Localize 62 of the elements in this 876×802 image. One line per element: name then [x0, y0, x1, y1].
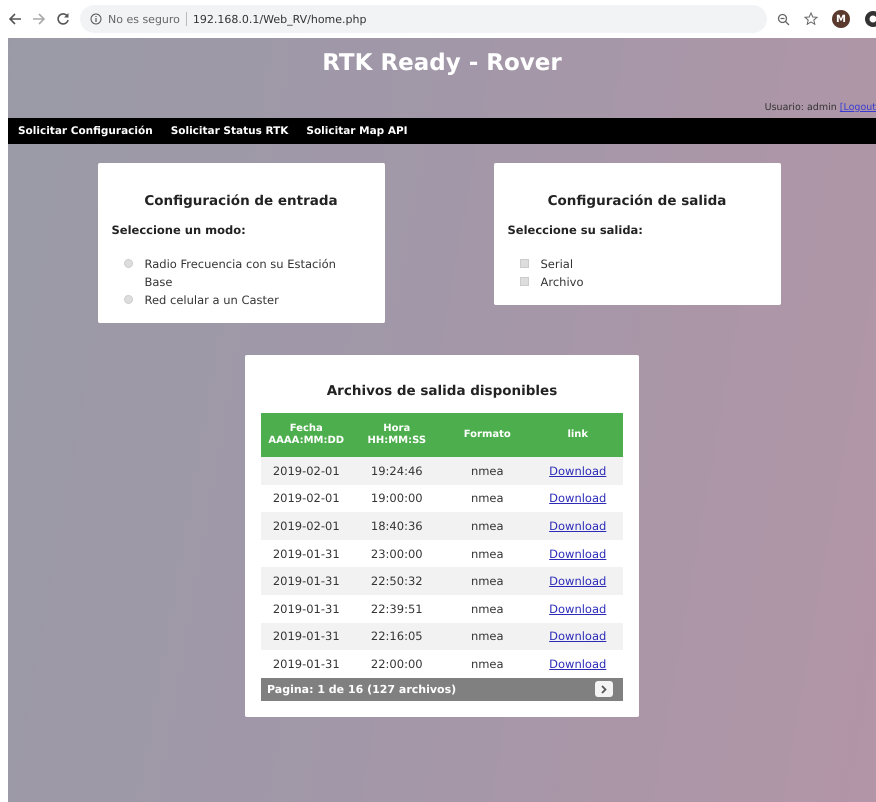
user-label: Usuario: admin: [764, 102, 838, 113]
option-label: Serial: [540, 256, 574, 273]
table-cell: nmea: [442, 567, 532, 595]
table-title: Archivos de salida disponibles: [326, 383, 558, 399]
address-bar[interactable]: No es seguro 192.168.0.1/Web_RV/home.php: [80, 5, 767, 33]
nav-link[interactable]: Solicitar Configuración: [18, 125, 153, 137]
next-page-button[interactable]: [595, 681, 613, 698]
option-label: Archivo: [540, 274, 584, 291]
star-icon[interactable]: [804, 12, 818, 26]
reload-icon[interactable]: [56, 12, 70, 26]
radio-button[interactable]: [124, 295, 132, 304]
prompt-label: Seleccione un modo:: [112, 223, 247, 237]
column-header: link: [532, 413, 623, 457]
table-cell: nmea: [442, 650, 532, 678]
nav-link[interactable]: Solicitar Map API: [306, 125, 408, 137]
table-cell: 22:16:05: [352, 622, 442, 650]
download-link[interactable]: Download: [549, 491, 606, 506]
download-link[interactable]: Download: [549, 656, 606, 671]
prompt-label: Seleccione su salida:: [508, 223, 644, 237]
table-cell: 2019-02-01: [261, 512, 352, 540]
table-cell: 19:00:00: [352, 484, 442, 512]
option-label: Radio Frecuencia con su Estación Base: [144, 256, 337, 291]
radio-button[interactable]: [124, 259, 132, 268]
table-cell: 2019-02-01: [261, 457, 352, 485]
table-cell: nmea: [442, 457, 532, 485]
download-link[interactable]: Download: [549, 602, 606, 616]
table-cell: 2019-01-31: [261, 650, 352, 678]
table-cell: nmea: [442, 540, 532, 568]
checkbox[interactable]: [520, 259, 528, 268]
table-cell: 2019-02-01: [261, 484, 352, 512]
table-cell: 22:50:32: [352, 567, 442, 595]
chevron-icon: [601, 684, 607, 694]
column-header: Fecha AAAA:MM:DD: [261, 413, 352, 457]
option-label: Red celular a un Caster: [144, 292, 279, 309]
info-icon[interactable]: [90, 13, 102, 25]
profile-avatar[interactable]: M: [832, 10, 850, 28]
card-title: Configuración de salida: [546, 193, 728, 209]
table-cell: 22:00:00: [352, 650, 442, 678]
table-cell: 2019-01-31: [261, 594, 352, 623]
table-cell: nmea: [442, 594, 532, 623]
checkbox[interactable]: [520, 277, 528, 286]
download-link[interactable]: Download: [549, 546, 606, 561]
url-text: 192.168.0.1/Web_RV/home.php: [192, 12, 366, 26]
security-label: No es seguro: [108, 12, 180, 26]
back-icon[interactable]: [8, 12, 22, 26]
table-cell: 2019-01-31: [261, 567, 352, 595]
table-cell: nmea: [442, 484, 532, 512]
table-cell: 19:24:46: [352, 457, 442, 485]
table-cell: 2019-01-31: [261, 622, 352, 650]
zoom-icon[interactable]: [777, 12, 790, 26]
table-cell: 23:00:00: [352, 540, 442, 568]
table-cell: 2019-01-31: [261, 540, 352, 568]
nav-link[interactable]: Solicitar Status RTK: [170, 125, 288, 137]
pagination-label: Pagina: 1 de 16 (127 archivos): [267, 682, 456, 696]
table-cell: 18:40:36: [352, 512, 442, 540]
table-cell: nmea: [442, 622, 532, 650]
table-cell: nmea: [442, 512, 532, 540]
column-header: Formato: [442, 413, 532, 457]
card-title: Configuración de entrada: [143, 193, 339, 209]
table-cell: 22:39:51: [352, 594, 442, 623]
page-title: RTK Ready - Rover: [322, 50, 562, 76]
column-header: Hora HH:MM:SS: [352, 413, 442, 457]
